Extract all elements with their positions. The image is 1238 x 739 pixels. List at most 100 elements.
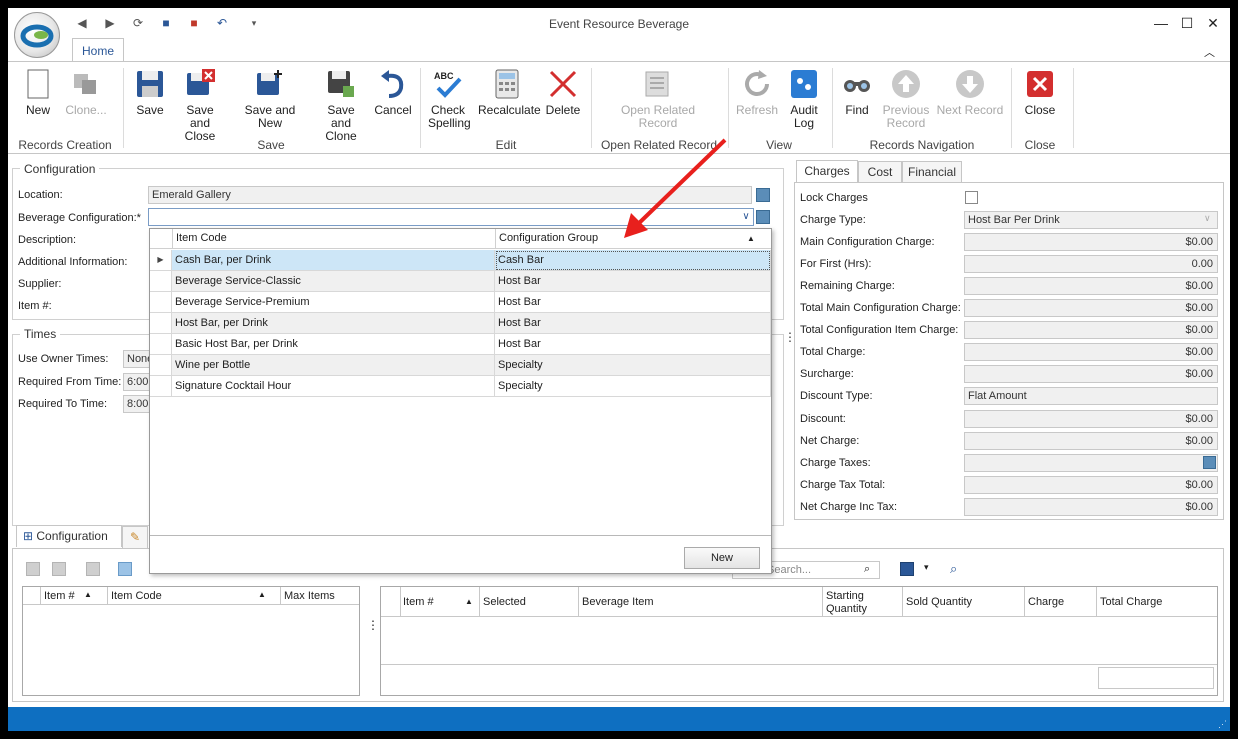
close-button[interactable]: Close — [1022, 68, 1058, 117]
close-window-icon[interactable]: ✕ — [1200, 12, 1226, 34]
dropdown-row-config-group[interactable]: Specialty — [495, 355, 771, 376]
dropdown-row-item-code[interactable]: Cash Bar, per Drink — [172, 250, 495, 271]
save-close-icon — [187, 69, 215, 95]
charge-value-field[interactable]: $0.00 — [964, 498, 1218, 516]
row-indicator — [150, 376, 172, 397]
lock-charges-checkbox[interactable] — [965, 191, 978, 204]
charge-value-field[interactable]: $0.00 — [964, 410, 1218, 428]
col-item-number[interactable]: Item # — [44, 590, 75, 603]
col-sold-quantity[interactable]: Sold Quantity — [906, 596, 972, 609]
maximize-icon[interactable]: ☐ — [1174, 12, 1200, 34]
save-close-label-1: Save and — [186, 103, 214, 130]
check-spelling-button[interactable]: ABC Check Spelling — [428, 68, 471, 130]
dropdown-row-config-group[interactable]: Cash Bar — [495, 250, 771, 271]
col-selected[interactable]: Selected — [483, 596, 526, 609]
sort-asc-icon: ▲ — [84, 590, 92, 599]
clone-button[interactable]: Clone... — [64, 68, 108, 117]
dropdown-row-item-code[interactable]: Signature Cocktail Hour — [172, 376, 495, 397]
col-r-item-number[interactable]: Item # — [403, 596, 434, 609]
charge-value-field[interactable]: $0.00 — [964, 321, 1218, 339]
dropdown-row-config-group[interactable]: Host Bar — [495, 313, 771, 334]
beverage-lookup-icon[interactable] — [756, 210, 770, 224]
tab-charges[interactable]: Charges — [796, 160, 858, 182]
new-document-icon — [27, 69, 49, 99]
dropdown-col-item-code[interactable]: Item Code — [172, 229, 495, 249]
location-lookup-icon[interactable] — [756, 188, 770, 202]
dropdown-row-config-group[interactable]: Specialty — [495, 376, 771, 397]
tab-home[interactable]: Home — [72, 38, 124, 62]
row-indicator — [150, 313, 172, 334]
next-record-button[interactable]: Next Record — [936, 68, 1004, 117]
chevron-down-icon[interactable]: ∨ — [740, 210, 752, 224]
dropdown-new-button[interactable]: New — [684, 547, 760, 569]
col-total-charge[interactable]: Total Charge — [1100, 596, 1162, 609]
save-layout-icon[interactable] — [900, 562, 914, 576]
sort-asc-icon-4: ▲ — [747, 234, 755, 243]
charge-value-field[interactable]: Host Bar Per Drink — [964, 211, 1218, 229]
col-beverage-item[interactable]: Beverage Item — [582, 596, 654, 609]
charge-value-field[interactable]: 0.00 — [964, 255, 1218, 273]
minimize-icon[interactable]: — — [1148, 12, 1174, 34]
close-label: Close — [1024, 103, 1056, 117]
save-button[interactable]: Save — [134, 68, 166, 117]
open-related-record-button[interactable]: Open Related Record — [620, 68, 696, 130]
charge-label: Total Configuration Item Charge: — [800, 324, 959, 336]
charge-value-field[interactable] — [964, 454, 1218, 472]
col-max-items[interactable]: Max Items — [284, 590, 335, 603]
cancel-button[interactable]: Cancel — [374, 68, 412, 117]
delete-x-icon — [549, 70, 577, 98]
charge-type-dropdown-icon[interactable]: ∨ — [1204, 213, 1211, 224]
search-icon[interactable]: ⌕ — [864, 563, 870, 576]
charge-taxes-lookup-icon[interactable] — [1203, 456, 1216, 469]
recalculate-button[interactable]: Recalculate — [478, 68, 541, 117]
charge-label: Remaining Charge: — [800, 280, 895, 292]
charge-value-field[interactable]: $0.00 — [964, 343, 1218, 361]
dropdown-row-config-group[interactable]: Host Bar — [495, 271, 771, 292]
toolbar-icon-2[interactable] — [52, 562, 66, 576]
resize-grip[interactable]: ⋰ — [1218, 719, 1227, 730]
toolbar-icon-3[interactable] — [86, 562, 100, 576]
charge-value-field[interactable]: $0.00 — [964, 233, 1218, 251]
dropdown-row-config-group[interactable]: Host Bar — [495, 292, 771, 313]
open-related-label-1: Open Related — [620, 103, 696, 117]
col-starting-quantity[interactable]: Starting Quantity — [826, 590, 867, 616]
toolbar-icon-1[interactable] — [26, 562, 40, 576]
dropdown-row-item-code[interactable]: Wine per Bottle — [172, 355, 495, 376]
charge-value-field[interactable]: $0.00 — [964, 432, 1218, 450]
save-and-new-button[interactable]: Save and New — [234, 68, 306, 130]
dropdown-row-item-code[interactable]: Host Bar, per Drink — [172, 313, 495, 334]
audit-log-button[interactable]: Audit Log — [786, 68, 822, 130]
toolbar-icon-4[interactable] — [118, 562, 132, 576]
delete-button[interactable]: Delete — [544, 68, 582, 117]
save-label: Save — [136, 103, 164, 117]
find-grid-icon[interactable]: ⌕ — [950, 561, 957, 577]
charge-value-field[interactable]: $0.00 — [964, 365, 1218, 383]
tab-financial[interactable]: Financial — [902, 161, 962, 183]
tab-cost[interactable]: Cost — [858, 161, 902, 183]
use-owner-times-label: Use Owner Times: — [18, 353, 109, 365]
dropdown-row-item-code[interactable]: Basic Host Bar, per Drink — [172, 334, 495, 355]
refresh-label: Refresh — [736, 103, 779, 117]
save-and-close-button[interactable]: Save and Close — [176, 68, 224, 143]
previous-record-button[interactable]: Previous Record — [882, 68, 930, 130]
dropdown-row-item-code[interactable]: Beverage Service-Premium — [172, 292, 495, 313]
dropdown-row-item-code[interactable]: Beverage Service-Classic — [172, 271, 495, 292]
refresh-button[interactable]: Refresh — [736, 68, 778, 117]
tab-bottom-other[interactable]: ✎ — [122, 526, 148, 548]
new-button[interactable]: New — [20, 68, 56, 117]
col-charge[interactable]: Charge — [1028, 596, 1064, 609]
tab-bottom-configuration[interactable]: ⊞ Configuration — [16, 525, 122, 547]
save-and-clone-button[interactable]: Save and Clone — [316, 68, 366, 143]
find-button[interactable]: Find — [840, 68, 874, 117]
item-number-label: Item #: — [18, 300, 52, 312]
prev-label-1: Previous — [882, 103, 930, 117]
col-item-code[interactable]: Item Code — [111, 590, 162, 603]
charge-value-field[interactable]: $0.00 — [964, 299, 1218, 317]
save-layout-dropdown-icon[interactable]: ▾ — [924, 562, 929, 573]
bottom-splitter-handle[interactable]: ⋮ — [367, 618, 379, 632]
charge-value-field[interactable]: $0.00 — [964, 277, 1218, 295]
charge-value-field[interactable]: Flat Amount — [964, 387, 1218, 405]
collapse-ribbon-icon[interactable]: ︿ — [1204, 44, 1215, 60]
dropdown-row-config-group[interactable]: Host Bar — [495, 334, 771, 355]
charge-value-field[interactable]: $0.00 — [964, 476, 1218, 494]
